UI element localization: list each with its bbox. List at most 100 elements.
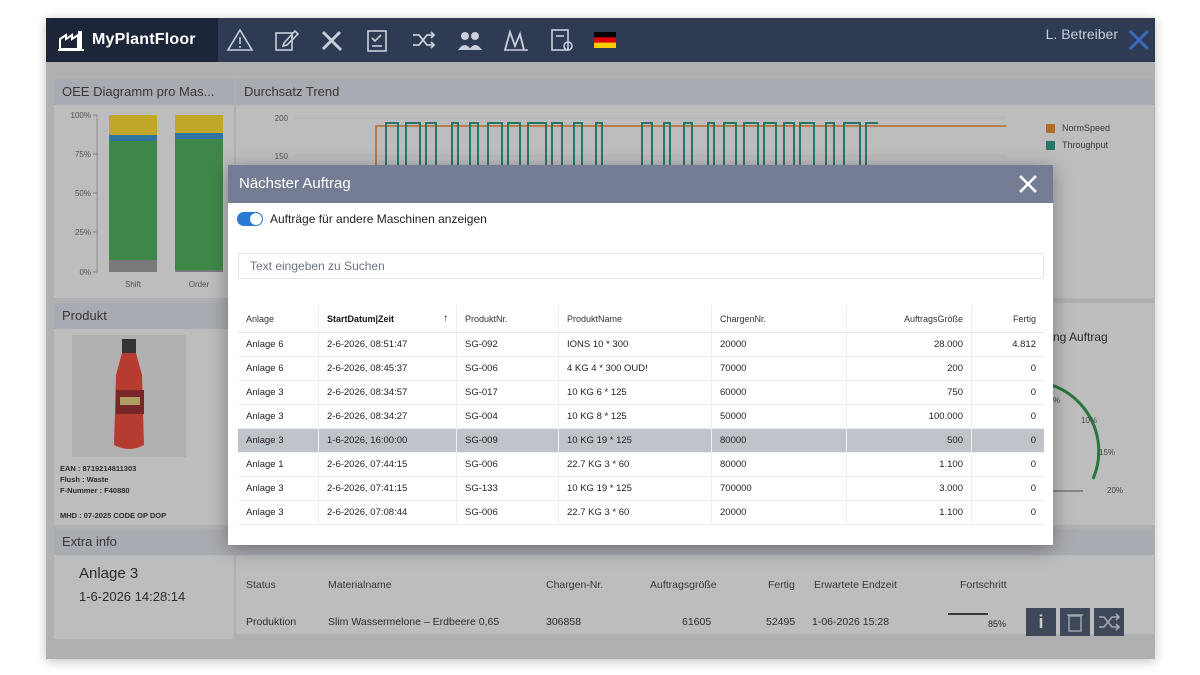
order-cell: 2-6-2026, 07:41:15 [318,477,456,500]
other-machines-toggle[interactable] [237,212,263,226]
order-cell: 50000 [711,405,846,428]
md-status: Produktion [246,616,297,628]
order-row[interactable]: Anlage 3 1-6-2026, 16:00:00 SG-009 10 KG 19… [238,429,1044,453]
order-cell: 60000 [711,381,846,404]
oee-chart: 100% 75% 50% 25% 0% Shift Order [71,111,223,289]
column-header[interactable]: Anlage [238,305,318,332]
oee-panel-title: OEE Diagramm pro Mas... [54,79,234,105]
order-cell: 0 [971,477,1044,500]
next-order-dialog: Nächster Auftrag Aufträge für andere Mas… [228,165,1053,545]
gauge-chart: % 10% 15% 20% [1053,383,1123,495]
order-row[interactable]: Anlage 3 2-6-2026, 08:34:27 SG-004 10 KG 8 … [238,405,1044,429]
order-row[interactable]: Anlage 1 2-6-2026, 07:44:15 SG-006 22.7 KG … [238,453,1044,477]
order-cell: SG-006 [456,357,558,380]
order-cell: 4.812 [971,333,1044,356]
md-done: 52495 [766,616,796,628]
order-cell: SG-006 [456,453,558,476]
order-cell: SG-133 [456,477,558,500]
order-cell: 2-6-2026, 08:51:47 [318,333,456,356]
oee-shift-green [109,141,157,260]
oee-tick-label: 25% [75,228,91,237]
dialog-header: Nächster Auftrag [228,165,1053,203]
md-head-status: Status [246,579,276,591]
md-head-charge: Chargen-Nr. [546,579,604,591]
order-row[interactable]: Anlage 3 2-6-2026, 08:34:57 SG-017 10 KG 6 … [238,381,1044,405]
product-mhd: MHD : 07-2025 CODE OP DOP [60,511,167,520]
top-bar: MyPlantFloor L. Betreiber [46,18,1155,62]
settings-doc-icon[interactable] [548,26,576,54]
oee-category-order: Order [189,280,210,289]
order-cell: 700000 [711,477,846,500]
info-button[interactable]: i [1026,608,1056,636]
users-icon[interactable] [456,26,484,54]
column-header[interactable]: Fertig [971,305,1044,332]
switch-order-button[interactable] [1094,608,1124,636]
md-progress: 85% [988,619,1007,629]
order-cell: 4 KG 4 * 300 OUD! [558,357,711,380]
close-icon[interactable] [1127,28,1151,52]
order-cell: Anlage 3 [246,435,284,446]
order-cell: 0 [971,429,1044,452]
other-machines-toggle-row: Aufträge für andere Maschinen anzeigen [237,212,487,226]
order-cell: 28.000 [846,333,971,356]
order-cell: Anlage 3 [246,507,284,518]
product-fnumber: F-Nummer : F40880 [60,486,130,495]
close-icon[interactable] [1017,173,1039,195]
gauge-label-20: 20% [1107,486,1123,495]
order-cell: 80000 [711,429,846,452]
column-header[interactable]: ProduktName [558,305,711,332]
info-icon: i [1038,612,1044,632]
order-cell: SG-092 [456,333,558,356]
oee-order-yellow [175,115,223,133]
order-cell: 70000 [711,357,846,380]
product-image [72,335,186,457]
order-cell: 1.100 [846,453,971,476]
order-cell: SG-004 [456,405,558,428]
column-header-label: ChargenNr. [720,314,767,324]
order-row[interactable]: Anlage 3 2-6-2026, 07:08:44 SG-006 22.7 KG … [238,501,1044,525]
extra-info-panel: Extra info Anlage 3 1-6-2026 14:28:14 [54,529,234,639]
trash-button[interactable] [1060,608,1090,636]
md-end: 1-06-2026 15:28 [812,616,890,628]
user-name[interactable]: L. Betreiber [1046,26,1118,42]
order-cell: 2-6-2026, 07:44:15 [318,453,456,476]
column-header[interactable]: StartDatum|Zeit ↑ [318,305,456,332]
sort-asc-icon[interactable]: ↑ [443,305,448,332]
order-cell: 80000 [711,453,846,476]
order-cell: IONS 10 * 300 [558,333,711,356]
oee-tick-label: 100% [71,111,91,120]
brand-name: MyPlantFloor [92,31,196,48]
order-cell: SG-009 [456,429,558,452]
trend-tick-200: 200 [275,114,289,123]
warning-icon[interactable] [226,26,254,54]
order-row[interactable]: Anlage 6 2-6-2026, 08:51:47 SG-092 IONS 10 … [238,333,1044,357]
column-header[interactable]: AuftragsGröße [846,305,971,332]
german-flag-icon[interactable] [594,32,616,48]
extra-time: 1-6-2026 14:28:14 [79,589,186,604]
chart-icon[interactable] [502,26,530,54]
brand[interactable]: MyPlantFloor [46,18,218,62]
md-head-done: Fertig [768,579,795,591]
shuffle-icon[interactable] [410,26,438,54]
oee-tick-label: 75% [75,150,91,159]
order-cell: 0 [971,357,1044,380]
order-cell: 0 [971,501,1044,524]
checklist-icon[interactable] [364,26,392,54]
gauge-label-15: 15% [1099,448,1115,457]
search-input[interactable] [238,253,1044,279]
oee-bar-shift [109,115,157,272]
column-header[interactable]: ChargenNr. [711,305,846,332]
tools-icon[interactable] [318,26,346,54]
order-cell: 0 [971,381,1044,404]
column-header[interactable]: ProduktNr. [456,305,558,332]
oee-panel: OEE Diagramm pro Mas... 100% 75% 50% 25% 0% … [54,79,234,298]
order-cell: 20000 [711,333,846,356]
oee-tick-label: 50% [75,189,91,198]
orders-table: Anlage StartDatum|Zeit ↑ ProduktNr. ProduktN… [238,305,1044,525]
oee-bar-order [175,115,223,272]
order-row[interactable]: Anlage 3 2-6-2026, 07:41:15 SG-133 10 KG 19… [238,477,1044,501]
edit-icon[interactable] [272,26,300,54]
md-head-end: Erwartete Endzeit [814,579,897,591]
order-row[interactable]: Anlage 6 2-6-2026, 08:45:37 SG-006 4 KG 4 *… [238,357,1044,381]
md-size: 61605 [682,616,712,628]
